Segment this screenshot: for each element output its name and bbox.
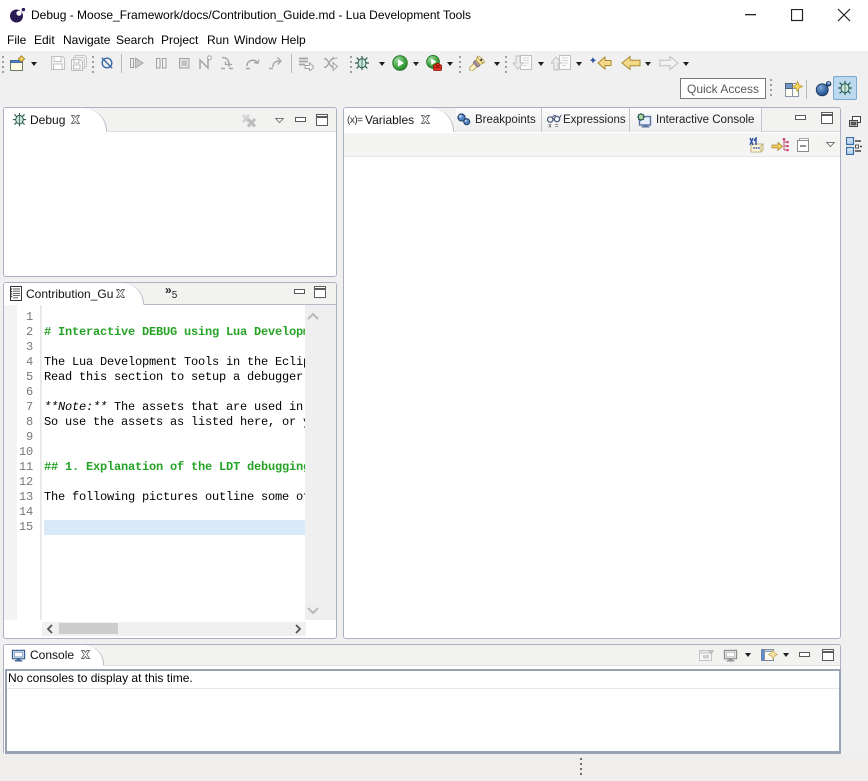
- svg-text:x: x: [548, 123, 552, 129]
- svg-text:=: =: [555, 123, 559, 129]
